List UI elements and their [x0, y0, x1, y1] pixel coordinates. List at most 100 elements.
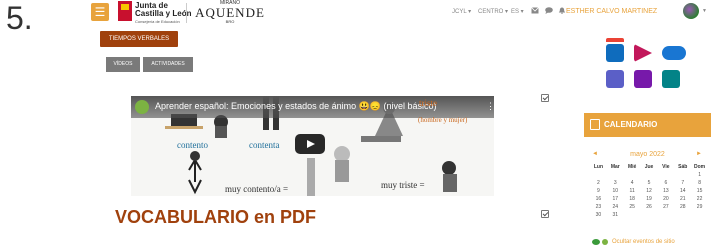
bell-icon[interactable] [558, 7, 566, 14]
onenote-icon[interactable] [634, 70, 652, 88]
video-embed[interactable]: Aprender español: Emociones y estados de… [131, 96, 494, 196]
aquende-logo[interactable]: MIRANO AQUENDE BRO [195, 0, 265, 26]
calendar-day[interactable]: 27 [657, 203, 674, 211]
nav-language[interactable]: ES ▾ [511, 8, 524, 15]
calendar-day[interactable]: 31 [607, 211, 624, 219]
mail-icon[interactable] [531, 7, 539, 14]
weekday-label: Mar [610, 164, 620, 170]
completion-checkbox-2[interactable] [541, 210, 549, 218]
calendar-day[interactable]: 22 [691, 195, 708, 203]
weekday-label: Jue [644, 164, 654, 170]
label-muy-contento: muy contento/a = [225, 184, 289, 194]
calendar-day[interactable] [624, 211, 641, 219]
calendar-day[interactable]: 12 [641, 187, 658, 195]
teams-icon[interactable] [606, 70, 624, 88]
calendar-weekday-row: Lun Mar Mié Jue Vie Sáb Dom [590, 163, 708, 171]
calendar-day[interactable]: 29 [691, 203, 708, 211]
calendar-day[interactable]: 6 [657, 179, 674, 187]
hamburger-icon[interactable]: ☰ [91, 3, 109, 21]
calendar-day[interactable]: 5 [641, 179, 658, 187]
calendar-day[interactable]: 8 [691, 179, 708, 187]
avatar[interactable] [683, 3, 699, 19]
app-top-strip [606, 38, 624, 42]
label-contenta: contenta [249, 140, 280, 150]
jcyl-logo[interactable]: Junta de Castilla y León Consejería de E… [118, 1, 191, 25]
calendar-day[interactable]: 17 [607, 195, 624, 203]
calendar-day[interactable]: 15 [691, 187, 708, 195]
calendar-day[interactable] [590, 171, 607, 179]
calendar-day[interactable]: 18 [624, 195, 641, 203]
aquende-logo-name: AQUENDE [195, 5, 265, 20]
calendar-icon [590, 119, 600, 130]
logo-divider [186, 3, 187, 23]
calendar-day[interactable]: 11 [624, 187, 641, 195]
section-heading: VOCABULARIO en PDF [115, 207, 317, 227]
label-muy-triste: muy triste = [381, 180, 425, 190]
chevron-down-icon[interactable]: ▼ [702, 8, 707, 14]
calendar-day[interactable]: 4 [624, 179, 641, 187]
calendar-week: 23 24 25 26 27 28 29 [590, 203, 708, 211]
calendar-day[interactable] [691, 211, 708, 219]
calendar-day[interactable]: 10 [607, 187, 624, 195]
calendar-day[interactable]: 13 [657, 187, 674, 195]
eye-icon [592, 239, 600, 245]
weekday-label: Mié [627, 164, 637, 170]
calendar-day[interactable]: 28 [674, 203, 691, 211]
site-events-dot-icon [602, 239, 608, 245]
outlook-icon[interactable] [606, 44, 624, 62]
calendar-day[interactable] [657, 211, 674, 219]
jcyl-logo-line2: Castilla y León [135, 9, 192, 18]
label-hombre-mujer: (hombre y mujer) [418, 116, 468, 124]
calendar-week: 16 17 18 19 20 21 22 [590, 195, 708, 203]
calendar-day[interactable] [607, 171, 624, 179]
calendar-day[interactable]: 30 [590, 211, 607, 219]
calendar-day[interactable]: 19 [641, 195, 658, 203]
calendar-day[interactable] [624, 171, 641, 179]
nav-centro[interactable]: CENTRO ▾ [478, 8, 508, 15]
calendar-title: CALENDARIO [604, 120, 658, 129]
onedrive-icon[interactable] [662, 46, 686, 60]
calendar-day[interactable]: 3 [607, 179, 624, 187]
office-apps-block [584, 20, 711, 100]
label-triste: triste [419, 98, 437, 108]
video-title[interactable]: Aprender español: Emociones y estados de… [155, 101, 437, 112]
tiempos-verbales-button[interactable]: TIEMPOS VERBALES [100, 31, 178, 47]
weekday-label: Dom [694, 164, 706, 170]
calendar-day[interactable]: 23 [590, 203, 607, 211]
calendar-day[interactable]: 14 [674, 187, 691, 195]
label-contento: contento [177, 140, 208, 150]
calendar-day[interactable]: 21 [674, 195, 691, 203]
calendar-day[interactable]: 20 [657, 195, 674, 203]
calendar-day[interactable]: 7 [674, 179, 691, 187]
channel-logo-icon[interactable] [135, 100, 149, 114]
calendar-day[interactable]: 9 [590, 187, 607, 195]
calendar-day[interactable]: 25 [624, 203, 641, 211]
power-automate-icon[interactable] [634, 44, 652, 62]
calendar-day[interactable]: 26 [641, 203, 658, 211]
calendar-day[interactable]: 1 [691, 171, 708, 179]
user-name[interactable]: ESTHER CALVO MARTINEZ [566, 8, 657, 15]
calendar-day[interactable]: 2 [590, 179, 607, 187]
tab-videos[interactable]: VÍDEOS [106, 57, 140, 72]
completion-checkbox[interactable] [541, 94, 549, 102]
calendar-day[interactable] [657, 171, 674, 179]
calendar-header: CALENDARIO [584, 113, 711, 137]
calendar-day[interactable]: 24 [607, 203, 624, 211]
calendar-day[interactable]: 16 [590, 195, 607, 203]
calendar-day[interactable] [674, 171, 691, 179]
calendar-day[interactable] [674, 211, 691, 219]
chat-icon[interactable] [545, 7, 553, 14]
tab-actividades[interactable]: ACTIVIDADES [143, 57, 193, 72]
nav-jcyl[interactable]: JCYL ▾ [452, 8, 471, 15]
calendar-block: CALENDARIO ◄ mayo 2022 ► Lun Mar Mié Jue… [584, 113, 711, 252]
play-icon[interactable] [295, 134, 325, 154]
calendar-week: 30 31 [590, 211, 708, 219]
calendar-day[interactable] [641, 171, 658, 179]
more-options-icon[interactable]: ⋮ [486, 101, 494, 112]
sharepoint-icon[interactable] [662, 70, 680, 88]
calendar-month[interactable]: mayo 2022 [584, 151, 711, 158]
calendar-week: 9 10 11 12 13 14 15 [590, 187, 708, 195]
calendar-day[interactable] [641, 211, 658, 219]
calendar-week: 1 [590, 171, 708, 179]
next-month-button[interactable]: ► [696, 151, 702, 157]
